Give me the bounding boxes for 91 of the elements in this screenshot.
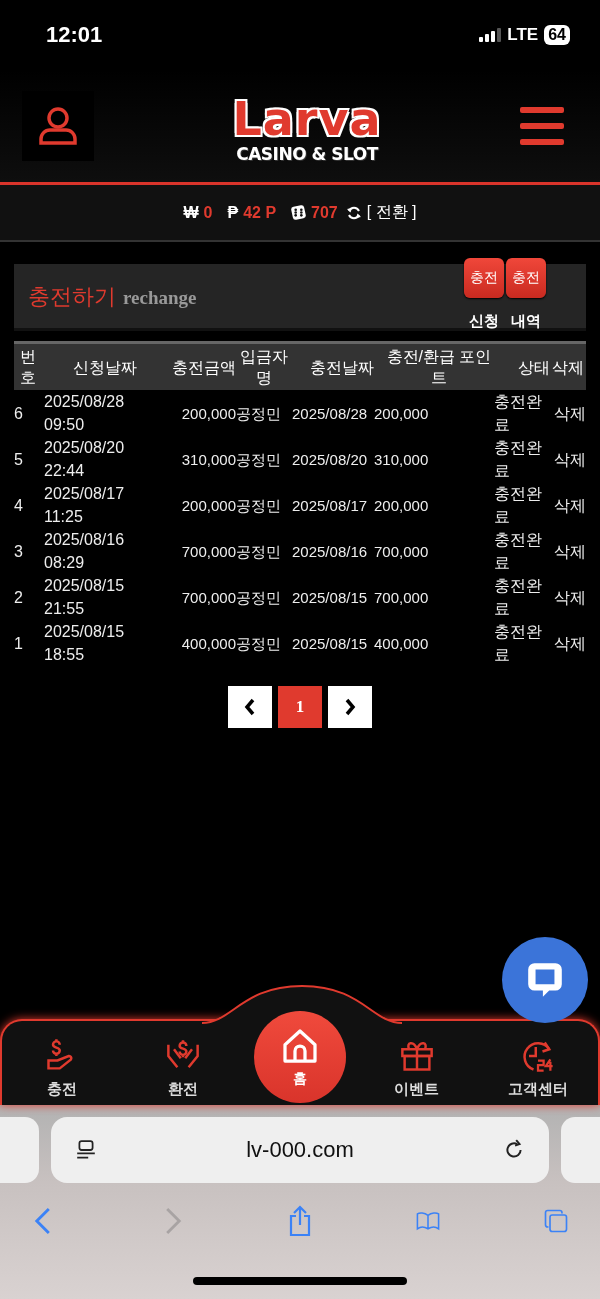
column-header: 입금자명 [236, 342, 292, 390]
user-icon [38, 106, 78, 146]
delete-link[interactable]: 삭제 [554, 493, 586, 517]
table-cell: 310,000 [181, 450, 236, 468]
table-cell: 2 [14, 588, 23, 606]
table-cell: 3 [14, 542, 23, 560]
money-balance: 0 [203, 203, 213, 222]
convert-link[interactable]: [ 전환 ] [366, 202, 417, 223]
url-text: lv-000.com [246, 1137, 354, 1163]
table-cell: 공정민 [236, 634, 281, 652]
table-cell: 310,000 [374, 450, 429, 468]
table-cell: 5 [14, 450, 23, 468]
column-header: 상태 [494, 342, 550, 390]
next-page-button[interactable] [328, 686, 372, 728]
dice-icon [291, 205, 307, 220]
table-cell: 2025/08/15 [292, 588, 368, 606]
page-button[interactable]: 1 [278, 686, 322, 728]
table-cell-text: 2025/08/16 08:29 [44, 530, 126, 573]
table-cell: 700,000 [181, 542, 236, 560]
signal-icon [479, 28, 502, 42]
table-cell-text: 충전완료 [494, 392, 543, 435]
battery-level: 64 [544, 25, 570, 45]
column-header: 충전금액 [168, 342, 236, 390]
nav-tab[interactable]: 환전 [133, 1038, 234, 1099]
menu-icon[interactable] [520, 107, 564, 145]
address-bar[interactable]: lv-000.com [51, 1117, 549, 1183]
won-symbol: ₩ [183, 203, 199, 222]
table-cell: 1 [14, 634, 23, 652]
refresh-icon[interactable] [345, 204, 362, 221]
delete-link[interactable]: 삭제 [554, 539, 586, 563]
chevron-right-icon [344, 698, 356, 716]
delete-link[interactable]: 삭제 [554, 447, 586, 471]
section-title: 충전하기 [28, 283, 116, 311]
charge-button[interactable]: 충전 [506, 258, 546, 298]
table-cell: 200,000 [374, 404, 429, 422]
table-cell-text: 2025/08/20 22:44 [44, 438, 126, 481]
reader-icon[interactable] [75, 1139, 98, 1161]
nav-tab[interactable]: 고객센터 [487, 1038, 588, 1099]
table-cell-text: 충전완료 [494, 484, 543, 527]
table-cell-text: 충전완료 [494, 622, 543, 665]
delete-link[interactable]: 삭제 [554, 585, 586, 609]
table-cell: 2025/08/15 [292, 634, 368, 652]
table-cell-text: 2025/08/15 21:55 [44, 576, 126, 619]
table-cell-text: 충전완료 [494, 438, 543, 481]
table-cell-text: 2025/08/28 09:50 [44, 392, 126, 435]
column-header: 삭제 [550, 342, 586, 390]
button-caption: 신청 [469, 312, 499, 331]
table-cell: 공정민 [236, 542, 281, 560]
table-cell: 공정민 [236, 588, 281, 606]
column-header: 번호 [14, 342, 42, 390]
nav-tab[interactable]: 충전 [12, 1038, 113, 1099]
column-header: 신청날짜 [42, 342, 168, 390]
delete-link[interactable]: 삭제 [554, 401, 586, 425]
table-cell: 2025/08/16 [292, 542, 368, 560]
previous-page-button[interactable] [228, 686, 272, 728]
table-cell: 6 [14, 404, 23, 422]
table-cell-text: 충전완료 [494, 530, 543, 573]
table-cell: 공정민 [236, 404, 281, 422]
table-cell: 200,000 [181, 404, 236, 422]
table-cell: 공정민 [236, 496, 281, 514]
table-cell: 700,000 [374, 542, 429, 560]
network-label: LTE [507, 25, 539, 45]
point-symbol: ₱ [227, 203, 239, 222]
delete-link[interactable]: 삭제 [554, 631, 586, 655]
table-cell: 700,000 [374, 588, 429, 606]
table-cell: 4 [14, 496, 23, 514]
home-icon [280, 1026, 320, 1066]
table-cell: 공정민 [236, 450, 281, 468]
site-logo[interactable]: Larva CASINO & SLOT [232, 95, 382, 163]
charge-button[interactable]: 충전 [464, 258, 504, 298]
table-cell: 700,000 [181, 588, 236, 606]
table-cell: 2025/08/20 [292, 450, 368, 468]
table-cell: 400,000 [374, 634, 429, 652]
nav-tab[interactable]: 이벤트 [366, 1038, 467, 1099]
point-balance: 42 P [243, 203, 277, 222]
table-cell: 200,000 [374, 496, 429, 514]
table-cell: 400,000 [181, 634, 236, 652]
table-cell: 2025/08/28 [292, 404, 368, 422]
table-cell: 200,000 [181, 496, 236, 514]
table-cell-text: 2025/08/17 11:25 [44, 484, 126, 527]
section-subtitle: rechange [123, 287, 197, 309]
clock-time: 12:01 [46, 22, 103, 48]
column-header: 충전날짜 [292, 342, 374, 390]
table-cell: 2025/08/17 [292, 496, 368, 514]
column-header: 충전/환급 포인트 [374, 342, 494, 390]
table-cell-text: 충전완료 [494, 576, 543, 619]
table-cell-text: 2025/08/15 18:55 [44, 622, 126, 665]
chevron-left-icon [244, 698, 256, 716]
button-caption: 내역 [511, 312, 541, 331]
dice-balance: 707 [311, 203, 338, 222]
nav-tab[interactable]: 홈 [254, 1011, 346, 1103]
